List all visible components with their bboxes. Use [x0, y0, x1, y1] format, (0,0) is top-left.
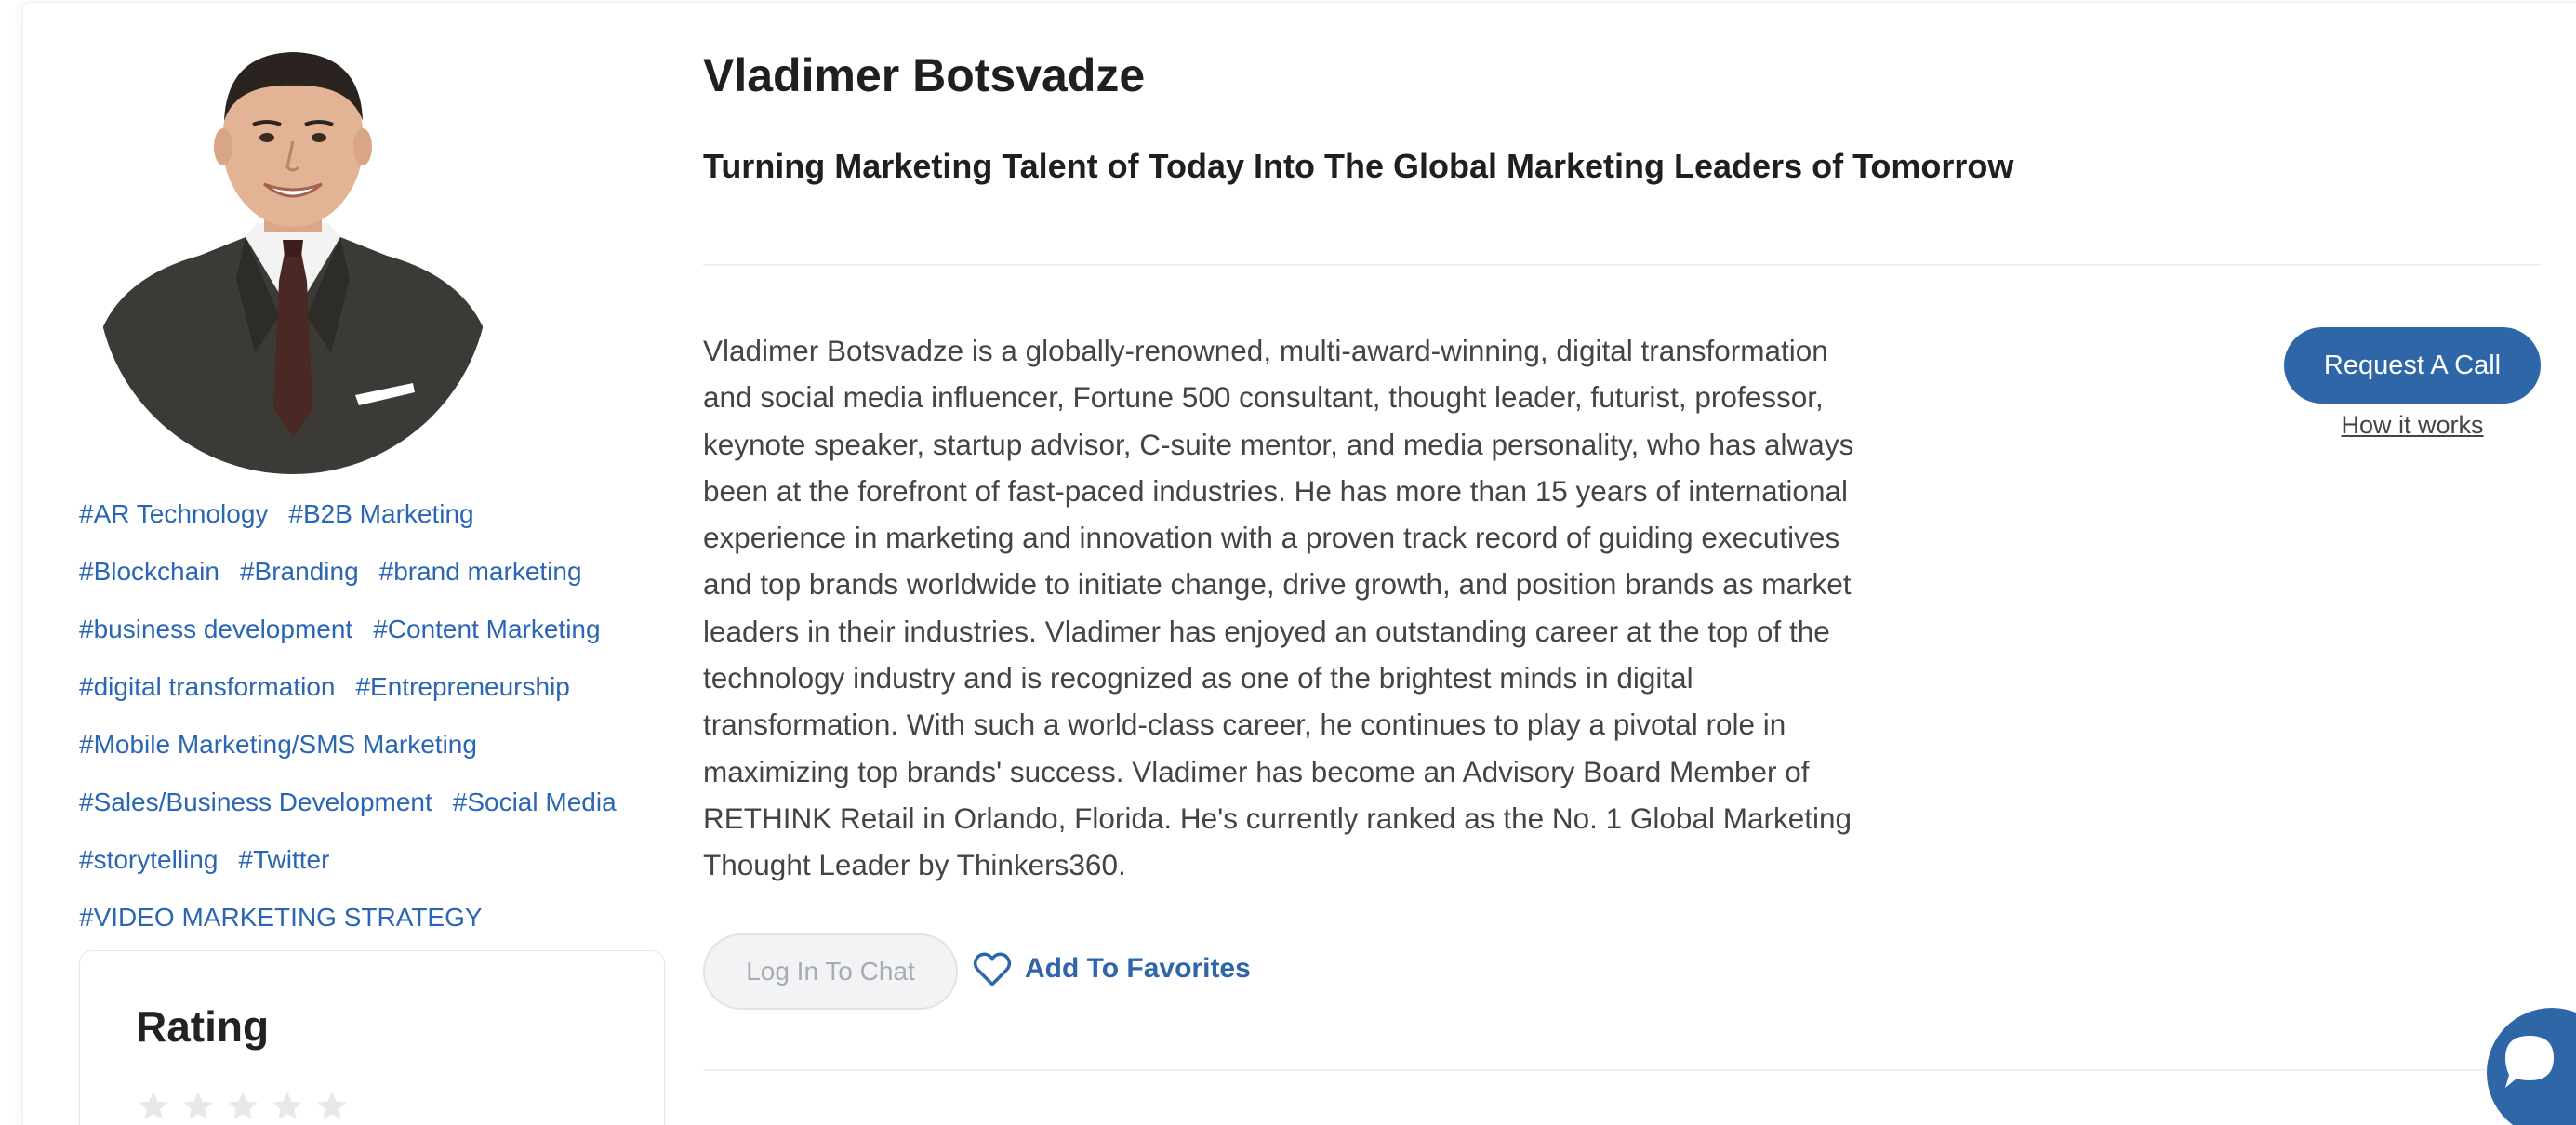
- add-to-favorites-label: Add To Favorites: [1025, 953, 1251, 984]
- tag-link[interactable]: #Twitter: [238, 845, 329, 875]
- tag-link[interactable]: #Social Media: [453, 788, 617, 817]
- tag-row: #digital transformation #Entrepreneurshi…: [79, 658, 674, 716]
- tag-row: #Mobile Marketing/SMS Marketing: [79, 716, 674, 774]
- avatar-portrait: [97, 37, 489, 474]
- tag-link[interactable]: #business development: [79, 615, 352, 644]
- star-icon[interactable]: [225, 1089, 260, 1124]
- tag-row: #Sales/Business Development #Social Medi…: [79, 774, 674, 831]
- star-icon[interactable]: [270, 1089, 305, 1124]
- tag-link[interactable]: #Mobile Marketing/SMS Marketing: [79, 730, 477, 760]
- avatar: [97, 37, 489, 474]
- heart-icon: [973, 952, 1012, 987]
- tag-row: #business development #Content Marketing: [79, 601, 674, 658]
- tag-link[interactable]: #brand marketing: [379, 557, 582, 587]
- request-call-button[interactable]: Request A Call: [2284, 327, 2541, 404]
- tag-link[interactable]: #Branding: [240, 557, 359, 587]
- tag-link[interactable]: #AR Technology: [79, 499, 268, 529]
- divider: [703, 1069, 2541, 1071]
- rating-title: Rating: [136, 1002, 270, 1051]
- profile-name: Vladimer Botsvadze: [703, 49, 1146, 101]
- star-icon[interactable]: [314, 1089, 350, 1124]
- tag-link[interactable]: #Blockchain: [79, 557, 219, 587]
- log-in-to-chat-button[interactable]: Log In To Chat: [703, 933, 958, 1010]
- tag-link[interactable]: #Sales/Business Development: [79, 788, 432, 817]
- tag-row: #AR Technology #B2B Marketing: [79, 485, 674, 543]
- rating-card: Rating: [79, 950, 665, 1125]
- divider: [703, 264, 2541, 266]
- tag-link[interactable]: #digital transformation: [79, 672, 335, 702]
- tag-row: #VIDEO MARKETING STRATEGY: [79, 889, 674, 946]
- profile-headline: Turning Marketing Talent of Today Into T…: [703, 147, 2014, 185]
- star-icon[interactable]: [136, 1089, 171, 1124]
- profile-bio: Vladimer Botsvadze is a globally-renowne…: [703, 334, 1854, 882]
- tag-row: #storytelling #Twitter: [79, 831, 674, 889]
- tag-link[interactable]: #VIDEO MARKETING STRATEGY: [79, 903, 483, 933]
- tag-link[interactable]: #Content Marketing: [373, 615, 600, 644]
- add-to-favorites-button[interactable]: Add To Favorites: [973, 950, 1251, 987]
- tag-list: #AR Technology #B2B Marketing #Blockchai…: [79, 485, 674, 946]
- how-it-works-link[interactable]: How it works: [2284, 411, 2541, 440]
- tag-link[interactable]: #B2B Marketing: [288, 499, 473, 529]
- tag-link[interactable]: #storytelling: [79, 845, 218, 875]
- tag-row: #Blockchain #Branding #brand marketing: [79, 543, 674, 601]
- rating-stars: [136, 1089, 350, 1124]
- tag-link[interactable]: #Entrepreneurship: [355, 672, 569, 702]
- star-icon[interactable]: [180, 1089, 216, 1124]
- chat-bubble-icon: [2505, 1036, 2554, 1088]
